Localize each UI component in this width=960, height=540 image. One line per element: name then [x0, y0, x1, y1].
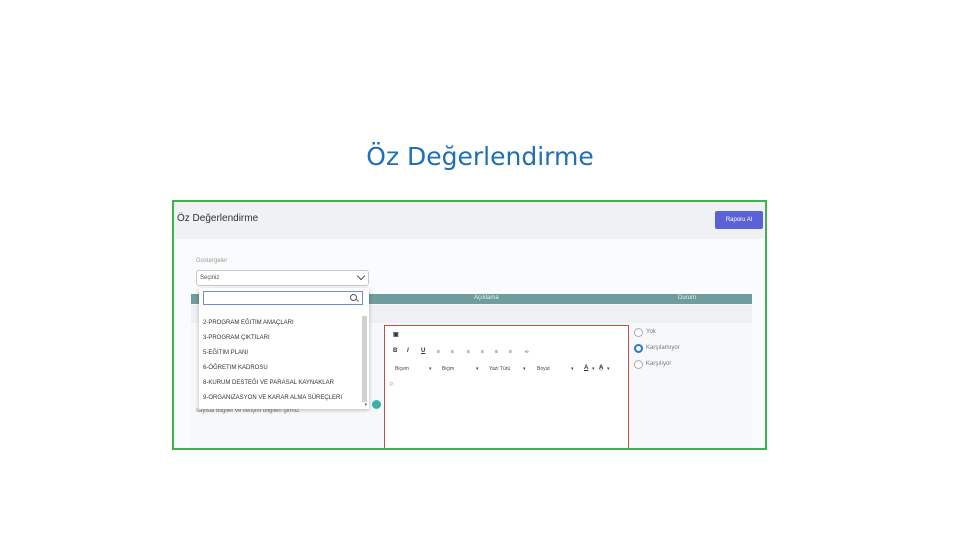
editor-body[interactable]: p [390, 381, 393, 387]
justify-icon[interactable]: ≡ [509, 349, 512, 355]
status-badge [372, 400, 381, 409]
font-dropdown[interactable]: Yazı Türü [489, 366, 510, 372]
dropdown-arrow-icon: ▾ [429, 366, 432, 372]
text-color-icon[interactable]: A [584, 365, 588, 371]
page-header: Öz Değerlendirme Raporu Al [174, 202, 765, 239]
status-radio-karsilamiyor[interactable] [634, 344, 643, 353]
dropdown-item[interactable]: 6-ÖĞRETIM KADROSU [203, 365, 268, 371]
media-icon[interactable]: ▣ [393, 331, 399, 338]
size-dropdown[interactable]: Boyut [537, 366, 550, 372]
report-button[interactable]: Raporu Al [715, 211, 763, 229]
status-label-yok: Yok [646, 329, 656, 335]
dropdown-item[interactable]: 5-EĞITIM PLANI [203, 350, 248, 356]
italic-button[interactable]: I [407, 348, 409, 354]
numbered-list-icon[interactable]: ≡ [437, 349, 440, 355]
dropdown-arrow-icon: ▾ [592, 366, 595, 372]
column-description: Açıklama [474, 295, 499, 301]
format-dropdown[interactable]: Biçim [442, 366, 454, 372]
select-value: Seçiniz [200, 275, 220, 281]
status-label-karsiliyor: Karşılıyor [646, 361, 672, 367]
status-label-karsilamiyor: Karşılamıyor [646, 345, 680, 351]
dropdown-arrow-icon: ▾ [476, 366, 479, 372]
slide-title: Öz Değerlendirme [366, 142, 594, 171]
underline-button[interactable]: U [421, 348, 425, 354]
rich-text-editor[interactable]: ▣ B I U ≡ ≡ ≡ ≡ ≡ ≡ ∞ Biçem ▾ Biçim ▾ Ya… [384, 325, 629, 448]
dropdown-arrow-icon: ▾ [571, 366, 574, 372]
search-icon [350, 294, 357, 301]
indicator-dropdown-menu: 2-PROGRAM EĞITIM AMAÇLARI 3-PROGRAM ÇIKT… [199, 288, 369, 409]
scroll-down-icon[interactable]: ▾ [364, 402, 367, 408]
dropdown-item[interactable]: 2-PROGRAM EĞITIM AMAÇLARI [203, 320, 294, 326]
align-right-icon[interactable]: ≡ [495, 349, 498, 355]
bullet-list-icon[interactable]: ≡ [451, 349, 454, 355]
dropdown-item[interactable]: 3-PROGRAM ÇIKTILARI [203, 335, 270, 341]
indicator-select[interactable]: Seçiniz [196, 270, 369, 286]
dropdown-arrow-icon: ▾ [607, 366, 610, 372]
bold-button[interactable]: B [393, 348, 397, 354]
background-color-icon[interactable]: A [599, 365, 604, 371]
dropdown-item[interactable]: 9-ORGANIZASYON VE KARAR ALMA SÜREÇLERI [203, 395, 342, 401]
styles-dropdown[interactable]: Biçem [395, 366, 409, 372]
page-title: Öz Değerlendirme [177, 213, 259, 224]
dropdown-scrollbar[interactable] [362, 316, 367, 402]
indicators-label: Gostergeler [196, 258, 228, 264]
dropdown-item[interactable]: 8-KURUM DESTEĞI VE PARASAL KAYNAKLAR [203, 380, 334, 386]
align-center-icon[interactable]: ≡ [481, 349, 484, 355]
status-radio-karsiliyor[interactable] [634, 360, 643, 369]
chevron-down-icon [356, 271, 366, 281]
column-status: Durum [678, 295, 697, 301]
status-radio-yok[interactable] [634, 328, 643, 337]
dropdown-arrow-icon: ▾ [523, 366, 526, 372]
dropdown-search-input[interactable] [203, 291, 363, 305]
link-icon[interactable]: ∞ [525, 349, 529, 355]
align-left-icon[interactable]: ≡ [467, 349, 470, 355]
app-screenshot-frame: Öz Değerlendirme Raporu Al Gostergeler S… [172, 200, 767, 450]
